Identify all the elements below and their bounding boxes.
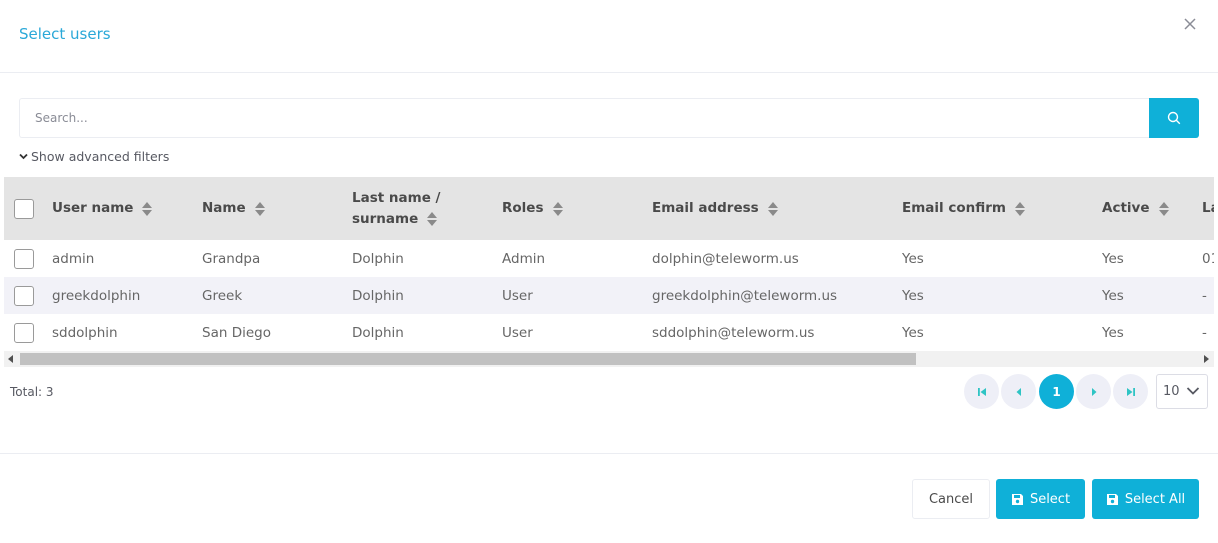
column-header-last-login[interactable]: La — [1202, 177, 1214, 240]
cell-last-login: - — [1202, 324, 1207, 341]
cell-name: San Diego — [202, 324, 271, 341]
cell-roles: User — [502, 287, 533, 304]
sort-icon — [552, 201, 563, 216]
cell-username: admin — [52, 250, 95, 267]
table-row[interactable]: admin Grandpa Dolphin Admin dolphin@tele… — [4, 240, 1214, 277]
scroll-right-arrow[interactable] — [1204, 355, 1209, 363]
column-label: Email confirm — [902, 200, 1006, 216]
row-checkbox[interactable] — [14, 323, 34, 343]
prev-page-icon — [1016, 387, 1021, 396]
cell-email: dolphin@teleworm.us — [652, 250, 799, 267]
column-header-active[interactable]: Active — [1102, 177, 1170, 240]
cell-email-confirm: Yes — [902, 324, 924, 341]
cell-email: greekdolphin@teleworm.us — [652, 287, 838, 304]
footer-divider — [0, 453, 1218, 454]
cell-email-confirm: Yes — [902, 287, 924, 304]
table-row[interactable]: greekdolphin Greek Dolphin User greekdol… — [4, 277, 1214, 314]
page-1-button[interactable]: 1 — [1039, 374, 1074, 409]
sort-icon — [254, 201, 265, 216]
page-size-value: 10 — [1163, 384, 1180, 399]
show-advanced-filters-toggle[interactable]: Show advanced filters — [19, 149, 169, 164]
column-header-name[interactable]: Name — [202, 177, 266, 240]
search-bar — [19, 98, 1199, 138]
sort-icon — [1158, 201, 1169, 216]
select-all-checkbox[interactable] — [14, 199, 34, 219]
header-divider — [0, 72, 1218, 73]
column-label: La — [1202, 200, 1214, 216]
last-page-icon — [1126, 387, 1135, 396]
total-count: Total: 3 — [10, 385, 54, 399]
column-label: Active — [1102, 200, 1150, 216]
cell-name: Greek — [202, 287, 243, 304]
column-header-last-name[interactable]: Last name / surname — [352, 177, 440, 240]
page-size-select[interactable]: 10 — [1156, 374, 1208, 409]
modal-title: Select users — [19, 25, 111, 43]
users-table: User name Name Last name / surname Roles… — [4, 177, 1214, 367]
select-all-button-label: Select All — [1124, 491, 1186, 507]
select-button[interactable]: Select — [996, 479, 1085, 519]
column-header-roles[interactable]: Roles — [502, 177, 564, 240]
chevron-down-icon — [19, 153, 28, 160]
column-label: Name — [202, 200, 246, 216]
column-label: Email address — [652, 200, 759, 216]
sort-icon — [427, 212, 438, 226]
row-checkbox[interactable] — [14, 249, 34, 269]
save-icon — [1011, 493, 1023, 505]
close-icon — [1184, 18, 1196, 30]
cell-email: sddolphin@teleworm.us — [652, 324, 815, 341]
column-label: Last name / — [352, 189, 441, 206]
cell-username: greekdolphin — [52, 287, 141, 304]
cell-active: Yes — [1102, 250, 1124, 267]
cell-username: sddolphin — [52, 324, 118, 341]
cancel-button[interactable]: Cancel — [912, 479, 990, 519]
close-button[interactable] — [1180, 14, 1200, 34]
sort-icon — [142, 201, 153, 216]
search-button[interactable] — [1149, 98, 1199, 138]
search-icon — [1167, 111, 1181, 125]
scrollbar-thumb[interactable] — [20, 353, 916, 365]
cell-roles: User — [502, 324, 533, 341]
advanced-filters-label: Show advanced filters — [31, 149, 170, 164]
cell-active: Yes — [1102, 287, 1124, 304]
search-input[interactable] — [19, 98, 1149, 138]
save-icon — [1106, 493, 1118, 505]
select-button-label: Select — [1029, 491, 1071, 507]
column-header-email-address[interactable]: Email address — [652, 177, 779, 240]
next-page-button[interactable] — [1076, 374, 1111, 409]
sort-icon — [1014, 201, 1025, 216]
column-label-line2: surname — [352, 210, 419, 227]
column-header-user-name[interactable]: User name — [52, 177, 153, 240]
last-page-button[interactable] — [1113, 374, 1148, 409]
scroll-left-arrow[interactable] — [8, 355, 13, 363]
cell-roles: Admin — [502, 250, 546, 267]
cell-last-login: - — [1202, 287, 1207, 304]
column-label: Roles — [502, 200, 544, 216]
cell-surname: Dolphin — [352, 324, 404, 341]
horizontal-scrollbar[interactable] — [4, 351, 1214, 367]
select-all-button[interactable]: Select All — [1092, 479, 1199, 519]
cell-surname: Dolphin — [352, 250, 404, 267]
sort-icon — [767, 201, 778, 216]
cell-email-confirm: Yes — [902, 250, 924, 267]
previous-page-button[interactable] — [1001, 374, 1036, 409]
column-label: User name — [52, 200, 134, 216]
table-row[interactable]: sddolphin San Diego Dolphin User sddolph… — [4, 314, 1214, 351]
first-page-button[interactable] — [964, 374, 999, 409]
cell-active: Yes — [1102, 324, 1124, 341]
cell-last-login: 01 — [1202, 250, 1214, 267]
table-header: User name Name Last name / surname Roles… — [4, 177, 1214, 240]
chevron-down-icon — [1186, 387, 1200, 395]
cell-surname: Dolphin — [352, 287, 404, 304]
row-checkbox[interactable] — [14, 286, 34, 306]
column-header-email-confirm[interactable]: Email confirm — [902, 177, 1026, 240]
cell-name: Grandpa — [202, 250, 261, 267]
next-page-icon — [1091, 387, 1096, 396]
first-page-icon — [977, 387, 986, 396]
